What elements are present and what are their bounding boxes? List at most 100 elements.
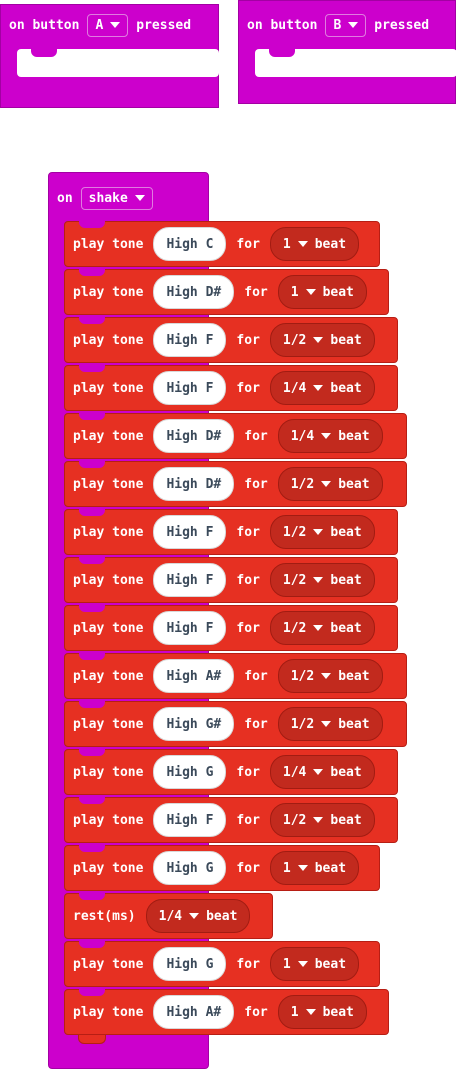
note-field[interactable]: High F: [153, 323, 227, 357]
button-a-dropdown[interactable]: A: [87, 13, 129, 37]
note-field[interactable]: High D#: [153, 275, 235, 309]
note-field[interactable]: High C: [153, 227, 227, 261]
play-tone-label: play tone: [73, 812, 144, 828]
chevron-down-icon: [134, 195, 145, 201]
chevron-down-icon: [297, 961, 308, 967]
play-tone-label: play tone: [73, 716, 144, 732]
button-b-dropdown[interactable]: B: [325, 13, 367, 37]
play-tone-block[interactable]: play tone High F for 1/2 beat: [64, 317, 398, 363]
beat-value: 1/2: [282, 812, 307, 828]
play-tone-block[interactable]: play tone High A# for 1 beat: [64, 989, 389, 1035]
chevron-down-icon: [348, 22, 359, 28]
play-tone-label: play tone: [73, 764, 144, 780]
play-tone-block[interactable]: play tone High F for 1/2 beat: [64, 605, 398, 651]
beat-value: 1/2: [290, 668, 315, 684]
play-tone-block[interactable]: play tone High G for 1 beat: [64, 941, 380, 987]
note-field[interactable]: High G: [153, 947, 227, 981]
beat-dropdown[interactable]: 1/2 beat: [269, 515, 375, 549]
beat-label: beat: [330, 332, 362, 348]
play-tone-block[interactable]: play tone High D# for 1/2 beat: [64, 461, 407, 507]
slot-notch: [269, 49, 295, 57]
chevron-down-icon: [305, 289, 316, 295]
play-tone-block[interactable]: play tone High F for 1/4 beat: [64, 365, 398, 411]
beat-dropdown[interactable]: 1 beat: [269, 227, 360, 261]
play-tone-block[interactable]: play tone High F for 1/2 beat: [64, 509, 398, 555]
block-notch: [79, 317, 105, 324]
beat-dropdown[interactable]: 1/2 beat: [269, 611, 375, 645]
beat-label: beat: [330, 620, 362, 636]
event-suffix: pressed: [374, 17, 430, 33]
beat-dropdown[interactable]: 1 beat: [277, 995, 367, 1029]
play-tone-label: play tone: [73, 860, 144, 876]
beat-value: 1/2: [282, 572, 307, 588]
play-tone-label: play tone: [73, 332, 144, 348]
note-field[interactable]: High G: [153, 851, 227, 885]
beat-value: 1/2: [282, 620, 307, 636]
note-field[interactable]: High F: [153, 515, 227, 549]
play-tone-block[interactable]: play tone High G# for 1/2 beat: [64, 701, 407, 747]
note-field[interactable]: High D#: [153, 419, 235, 453]
chevron-down-icon: [297, 241, 308, 247]
beat-dropdown[interactable]: 1/4 beat: [269, 371, 375, 405]
beat-label: beat: [338, 428, 370, 444]
gesture-dropdown[interactable]: shake: [80, 186, 153, 210]
beat-label: beat: [338, 668, 370, 684]
note-field[interactable]: High F: [153, 371, 227, 405]
beat-label: beat: [330, 572, 362, 588]
beat-dropdown[interactable]: 1/2 beat: [269, 563, 375, 597]
note-field[interactable]: High A#: [153, 995, 235, 1029]
rest-block[interactable]: rest(ms) 1/4 beat: [64, 893, 273, 939]
play-tone-block[interactable]: play tone High F for 1/2 beat: [64, 797, 398, 843]
note-field[interactable]: High A#: [153, 659, 235, 693]
beat-label: beat: [314, 860, 347, 876]
for-label: for: [236, 380, 260, 396]
play-tone-block[interactable]: play tone High D# for 1 beat: [64, 269, 389, 315]
block-notch: [79, 893, 105, 900]
beat-dropdown[interactable]: 1/4 beat: [145, 899, 251, 933]
event-label: on button: [247, 17, 318, 33]
play-tone-label: play tone: [73, 380, 144, 396]
block-notch: [79, 557, 105, 564]
chevron-down-icon: [313, 625, 324, 631]
event-label: on: [57, 190, 73, 206]
beat-dropdown[interactable]: 1/2 beat: [277, 467, 383, 501]
beat-dropdown[interactable]: 1/2 beat: [277, 659, 383, 693]
beat-value: 1/2: [290, 716, 315, 732]
event-label: on button: [9, 17, 80, 33]
beat-dropdown[interactable]: 1 beat: [277, 275, 367, 309]
play-tone-block[interactable]: play tone High G for 1 beat: [64, 845, 380, 891]
on-button-b-pressed-block[interactable]: on button B pressed: [238, 0, 456, 104]
beat-dropdown[interactable]: 1/2 beat: [269, 323, 375, 357]
play-tone-block[interactable]: play tone High D# for 1/4 beat: [64, 413, 407, 459]
play-tone-label: play tone: [73, 668, 144, 684]
beat-dropdown[interactable]: 1/4 beat: [277, 419, 383, 453]
button-b-value: B: [333, 17, 342, 33]
beat-dropdown[interactable]: 1/4 beat: [269, 755, 375, 789]
play-tone-block[interactable]: play tone High C for 1 beat: [64, 221, 380, 267]
on-button-a-pressed-block[interactable]: on button A pressed: [0, 4, 219, 108]
beat-dropdown[interactable]: 1/2 beat: [269, 803, 375, 837]
note-field[interactable]: High F: [153, 611, 227, 645]
beat-dropdown[interactable]: 1/2 beat: [277, 707, 383, 741]
play-tone-block[interactable]: play tone High F for 1/2 beat: [64, 557, 398, 603]
beat-label: beat: [206, 908, 238, 924]
block-notch: [79, 989, 105, 996]
note-field[interactable]: High G#: [153, 707, 235, 741]
beat-dropdown[interactable]: 1 beat: [269, 851, 360, 885]
chevron-down-icon: [313, 529, 324, 535]
chevron-down-icon: [321, 433, 332, 439]
beat-value: 1: [290, 1004, 299, 1020]
play-tone-block[interactable]: play tone High A# for 1/2 beat: [64, 653, 407, 699]
play-tone-label: play tone: [73, 236, 144, 252]
play-tone-block[interactable]: play tone High G for 1/4 beat: [64, 749, 398, 795]
note-field[interactable]: High F: [153, 563, 227, 597]
beat-label: beat: [322, 284, 354, 300]
chevron-down-icon: [313, 385, 324, 391]
beat-label: beat: [330, 524, 362, 540]
beat-dropdown[interactable]: 1 beat: [269, 947, 360, 981]
play-tone-label: play tone: [73, 476, 144, 492]
block-notch: [79, 509, 105, 516]
note-field[interactable]: High G: [153, 755, 227, 789]
note-field[interactable]: High D#: [153, 467, 235, 501]
note-field[interactable]: High F: [153, 803, 227, 837]
